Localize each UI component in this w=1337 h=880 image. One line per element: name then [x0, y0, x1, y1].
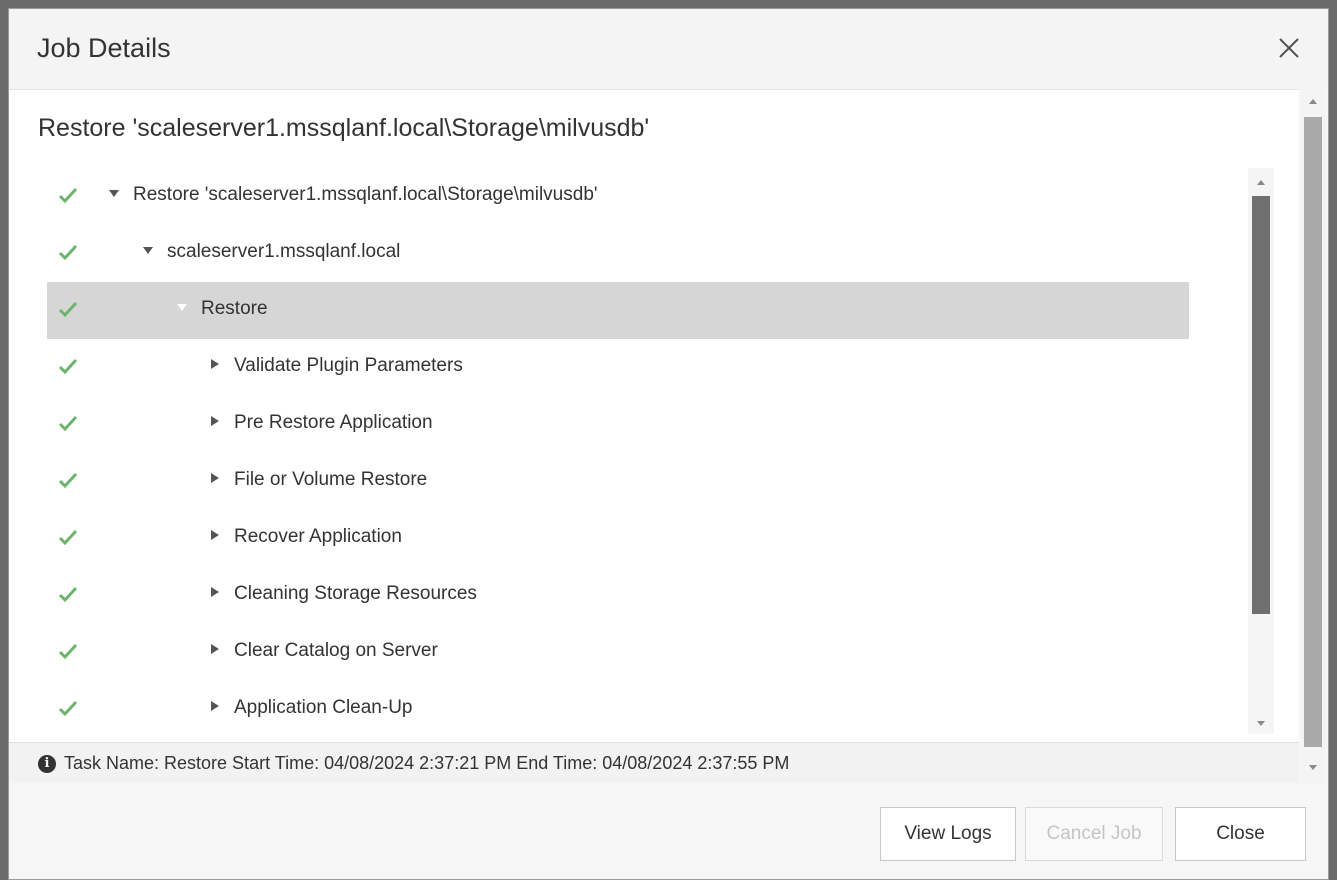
check-icon: [57, 241, 79, 263]
job-tree: Restore 'scaleserver1.mssqlanf.local\Sto…: [47, 168, 1275, 734]
tree-row-label: Cleaning Storage Resources: [234, 583, 477, 604]
task-info-bar: i Task Name: Restore Start Time: 04/08/2…: [9, 742, 1299, 783]
caret-down-icon[interactable]: [143, 247, 153, 254]
check-icon: [57, 184, 79, 206]
tree-row-label: Validate Plugin Parameters: [234, 355, 463, 376]
dialog-title: Job Details: [37, 33, 171, 63]
caret-right-icon[interactable]: [211, 644, 219, 654]
job-details-dialog: Job Details Restore 'scaleserver1.mssqla…: [8, 8, 1329, 880]
caret-right-icon[interactable]: [211, 473, 219, 483]
job-content: Restore 'scaleserver1.mssqlanf.local\Sto…: [9, 89, 1299, 783]
tree-row[interactable]: Pre Restore Application: [47, 396, 1189, 453]
caret-right-icon[interactable]: [211, 701, 219, 711]
tree-row-label: Pre Restore Application: [234, 412, 433, 433]
check-icon: [57, 526, 79, 548]
tree-row[interactable]: Clear Catalog on Server: [47, 624, 1189, 681]
task-info-text: Task Name: Restore Start Time: 04/08/202…: [64, 753, 790, 773]
view-logs-button[interactable]: View Logs: [880, 807, 1016, 861]
scroll-up-icon[interactable]: [1257, 180, 1265, 185]
check-icon: [57, 640, 79, 662]
tree-row-selected[interactable]: Restore: [47, 282, 1189, 339]
scroll-up-icon[interactable]: [1309, 99, 1317, 104]
check-icon: [57, 412, 79, 434]
check-icon: [57, 583, 79, 605]
tree-row-label: Recover Application: [234, 526, 402, 547]
check-icon: [57, 355, 79, 377]
tree-row[interactable]: scaleserver1.mssqlanf.local: [47, 225, 1189, 282]
caret-right-icon[interactable]: [211, 359, 219, 369]
caret-down-icon[interactable]: [177, 304, 187, 311]
scroll-down-icon[interactable]: [1257, 721, 1265, 726]
title-bar: Job Details: [9, 9, 1328, 89]
tree-row[interactable]: Restore 'scaleserver1.mssqlanf.local\Sto…: [47, 168, 1189, 225]
tree-scrollbar[interactable]: [1248, 168, 1274, 734]
dialog-scrollbar[interactable]: [1301, 89, 1325, 784]
tree-row-label: Clear Catalog on Server: [234, 640, 438, 661]
caret-right-icon[interactable]: [211, 530, 219, 540]
job-subtitle: Restore 'scaleserver1.mssqlanf.local\Sto…: [38, 114, 650, 142]
tree-row-label: scaleserver1.mssqlanf.local: [167, 241, 401, 262]
tree-row[interactable]: Recover Application: [47, 510, 1189, 567]
check-icon: [57, 469, 79, 491]
tree-row[interactable]: Application Clean-Up: [47, 681, 1189, 734]
close-button[interactable]: Close: [1175, 807, 1306, 861]
check-icon: [57, 298, 79, 320]
caret-right-icon[interactable]: [211, 416, 219, 426]
check-icon: [57, 697, 79, 719]
dialog-scrollbar-thumb[interactable]: [1304, 117, 1322, 747]
close-icon[interactable]: [1272, 31, 1306, 65]
tree-row-label: Restore: [201, 298, 268, 319]
caret-right-icon[interactable]: [211, 587, 219, 597]
tree-row-label: Application Clean-Up: [234, 697, 413, 718]
tree-row[interactable]: File or Volume Restore: [47, 453, 1189, 510]
tree-row-label: File or Volume Restore: [234, 469, 428, 490]
caret-down-icon[interactable]: [109, 190, 119, 197]
scroll-down-icon[interactable]: [1309, 765, 1317, 770]
tree-row-label: Restore 'scaleserver1.mssqlanf.local\Sto…: [133, 184, 598, 205]
cancel-job-button[interactable]: Cancel Job: [1025, 807, 1163, 861]
info-icon: i: [38, 755, 56, 773]
tree-row[interactable]: Cleaning Storage Resources: [47, 567, 1189, 624]
tree-scrollbar-thumb[interactable]: [1252, 196, 1270, 614]
tree-row[interactable]: Validate Plugin Parameters: [47, 339, 1189, 396]
